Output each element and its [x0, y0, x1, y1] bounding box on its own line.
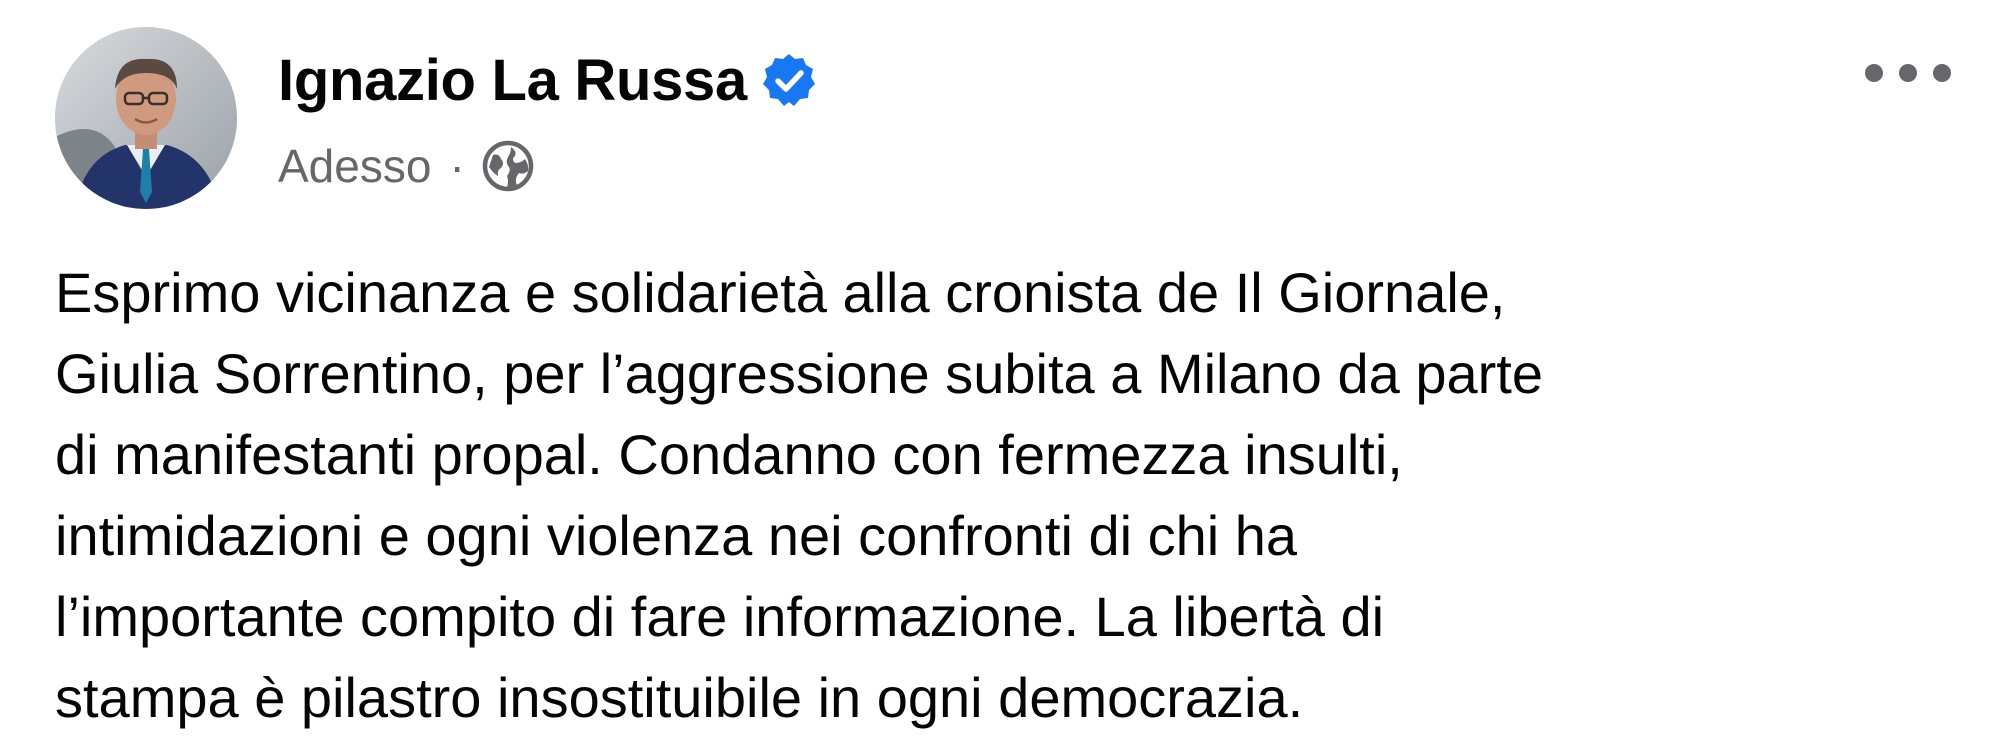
author-header: Ignazio La Russa	[278, 40, 817, 120]
more-dot	[1865, 64, 1883, 82]
verified-badge-icon	[761, 52, 817, 108]
post-text-line: Esprimo vicinanza e solidarietà alla cro…	[55, 261, 1506, 324]
more-dot	[1899, 64, 1917, 82]
author-avatar[interactable]	[55, 27, 237, 209]
author-name[interactable]: Ignazio La Russa	[278, 47, 747, 114]
facebook-post: Ignazio La Russa Adesso · Esprimo vicina…	[0, 0, 2000, 752]
more-options-icon[interactable]	[1865, 52, 1951, 94]
meta-separator: ·	[449, 140, 465, 192]
post-text-line: intimidazioni e ogni violenza nei confro…	[55, 504, 1298, 567]
avatar-photo	[55, 27, 237, 209]
post-meta: Adesso ·	[278, 133, 535, 199]
post-body: Esprimo vicinanza e solidarietà alla cro…	[55, 252, 1955, 738]
post-text-line: Giulia Sorrentino, per l’aggressione sub…	[55, 342, 1543, 405]
post-text-line: stampa è pilastro insostituibile in ogni…	[55, 666, 1304, 729]
globe-icon[interactable]	[481, 139, 535, 193]
post-timestamp[interactable]: Adesso	[278, 139, 431, 193]
post-text-line: l’importante compito di fare informazion…	[55, 585, 1385, 648]
more-dot	[1933, 64, 1951, 82]
post-text-line: di manifestanti propal. Condanno con fer…	[55, 423, 1403, 486]
